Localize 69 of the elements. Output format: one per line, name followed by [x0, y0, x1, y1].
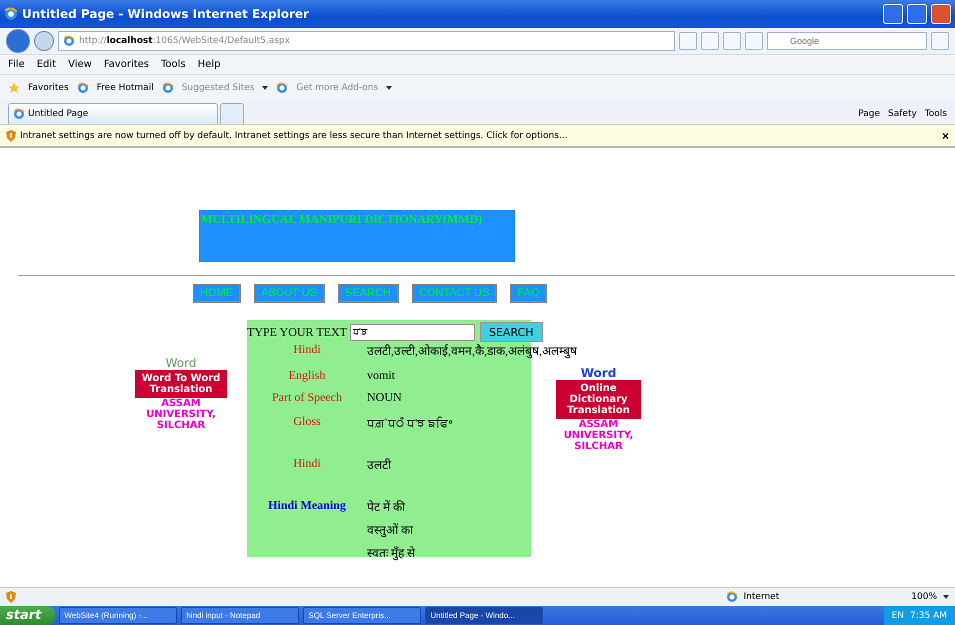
caret-icon [943, 595, 949, 599]
field-value: वस्तुओं का [367, 522, 414, 538]
taskbar-button[interactable]: hindi input - Notepad [181, 607, 300, 624]
text-input[interactable]: ਧ'ਝ [350, 324, 475, 340]
command-menu[interactable]: Tools [924, 109, 947, 119]
dropdown-button[interactable] [679, 32, 697, 50]
field-label: English [288, 368, 326, 384]
globe-e-icon [76, 82, 89, 94]
zone-label: Internet [744, 592, 780, 602]
taskbar-button[interactable]: Untitled Page - Windo... [425, 607, 544, 624]
shield-icon [6, 591, 16, 603]
word-label: Word [580, 366, 616, 380]
field-label: Gloss [293, 414, 321, 430]
field-value: उलटी [367, 457, 392, 474]
field-label: Hindi [293, 456, 321, 472]
menu-item[interactable]: Favorites [104, 59, 150, 70]
close-button[interactable] [931, 4, 951, 24]
back-button[interactable] [6, 29, 30, 53]
institution-label: ASSAM UNIVERSITY, SILCHAR [562, 419, 634, 452]
menu-item[interactable]: View [68, 59, 92, 70]
taskbar-button[interactable]: SQL Server Enterpris... [303, 607, 422, 624]
site-title: MULTILINGUAL MANIPURI DICTIONARY(MMD) [200, 211, 484, 227]
shield-icon [6, 130, 16, 142]
menu-item[interactable]: Edit [36, 59, 56, 70]
zoom-button[interactable]: 100% [911, 592, 937, 602]
banner-label: Online Dictionary Translation [556, 380, 641, 419]
address-field[interactable]: http://localhost:1065/WebSite4/Default5.aspx [58, 31, 675, 51]
info-bar-message[interactable]: Intranet settings are now turned off by default. Intranet settings are less secure than Internet settings. Click for options... [20, 130, 938, 140]
globe-e-icon [4, 7, 18, 21]
globe-e-icon [726, 591, 738, 603]
command-menu[interactable]: Page [858, 109, 880, 119]
field-value: उलटी,उल्टी,ओकाई,वमन,कै,डाक,अलंबुष,अलम्बुष [367, 343, 577, 360]
forward-button[interactable] [34, 31, 54, 51]
menu-item[interactable]: Tools [161, 59, 186, 70]
favorites-button[interactable]: Favorites [28, 83, 69, 93]
taskbar-button[interactable]: WebSite4 (Running) -... [59, 607, 178, 624]
field-value: vomit [367, 368, 396, 384]
institution-label: ASSAM UNIVERSITY, SILCHAR [145, 398, 217, 431]
star-icon [8, 82, 20, 94]
search-label: TYPE YOUR TEXT [247, 324, 347, 340]
refresh-button[interactable] [723, 32, 741, 50]
menu-item[interactable]: File [8, 59, 25, 70]
new-tab-button[interactable] [220, 103, 244, 124]
menu-item[interactable]: Help [198, 59, 220, 70]
browser-tab[interactable]: Untitled Page [8, 103, 218, 124]
globe-e-icon [162, 82, 174, 94]
stop-button[interactable] [745, 32, 763, 50]
field-label: Hindi Meaning [268, 498, 346, 514]
url-text: http://localhost:1065/WebSite4/Default5.aspx [79, 36, 290, 46]
window-title: Untitled Page - Windows Internet Explorer [22, 7, 310, 21]
clock: 7:35 AM [910, 610, 947, 620]
command-menu[interactable]: Safety [888, 109, 917, 119]
search-button[interactable]: SEARCH [480, 322, 543, 342]
compatibility-button[interactable] [701, 32, 719, 50]
search-field[interactable]: Google [767, 32, 927, 50]
field-label: Hindi [293, 342, 321, 358]
globe-e-icon [13, 108, 25, 120]
close-button[interactable]: × [942, 128, 949, 142]
field-value: पेट में की [367, 499, 406, 515]
search-button[interactable] [931, 32, 949, 50]
maximize-button[interactable] [907, 4, 927, 24]
minimize-button[interactable] [883, 4, 903, 24]
favorites-link[interactable]: Free Hotmail [96, 83, 154, 93]
globe-e-icon [276, 82, 288, 94]
field-value: स्वतः मुँह से [367, 545, 416, 561]
field-label: Part of Speech [272, 390, 342, 406]
word-label: Word [166, 356, 196, 370]
globe-e-icon [63, 35, 75, 47]
banner-label: Word To Word Translation [135, 370, 227, 398]
